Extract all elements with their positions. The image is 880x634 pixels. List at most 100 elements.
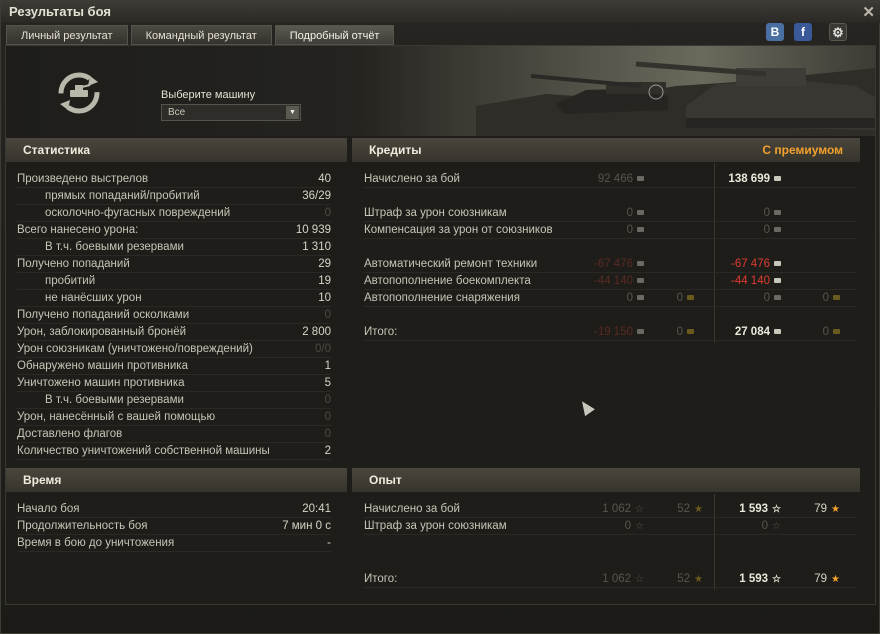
star-icon: ☆ (772, 504, 781, 515)
credits-premium-gold-value: 0 (823, 290, 840, 307)
stat-value: 0 (324, 207, 331, 219)
star-icon: ☆ (772, 521, 781, 532)
gold-icon (833, 329, 840, 335)
time-title: Время (23, 473, 62, 487)
premium-column-label: С премиумом (762, 143, 843, 157)
credits-premium-value: 0 (764, 205, 781, 222)
vehicle-select[interactable]: Все ▼ (161, 104, 301, 121)
tab-detailed-report[interactable]: Подробный отчёт (274, 25, 395, 45)
credits-base-value: 0 (627, 205, 644, 222)
experience-label: Итого: (364, 573, 398, 585)
star-icon: ☆ (635, 574, 644, 585)
credits-base-value: -44 140 (594, 273, 644, 290)
stat-value: 1 (324, 360, 331, 372)
stat-value: 2 (324, 445, 331, 457)
time-label: Начало боя (17, 503, 80, 515)
experience-base-value: 1 062 ☆ (602, 503, 644, 515)
free-experience-value: 52 ★ (677, 503, 703, 515)
credits-row: Штраф за урон союзникам 0 0 (364, 205, 856, 222)
vk-share-icon[interactable]: В (766, 23, 784, 41)
stat-value: 10 939 (295, 224, 331, 236)
stat-value: 0 (324, 394, 331, 406)
stat-label: Произведено выстрелов (17, 173, 149, 185)
experience-label: Штраф за урон союзникам (364, 520, 507, 532)
stat-label: не нанёсших урон (45, 292, 142, 304)
banner: Выберите машину Все ▼ (6, 46, 875, 136)
experience-premium-value: 1 593 ☆ (739, 503, 781, 515)
gold-icon (833, 295, 840, 301)
time-label: Время в бою до уничтожения (17, 537, 175, 549)
star-icon: ☆ (635, 504, 644, 515)
credits-header: Кредиты С премиумом (352, 138, 860, 162)
stat-value: 0 (324, 309, 331, 321)
credit-coin-icon (637, 176, 644, 182)
credit-coin-icon (774, 295, 781, 301)
experience-label: Начислено за бой (364, 503, 460, 515)
stat-label: Количество уничтожений собственной машин… (17, 445, 270, 457)
free-star-icon: ★ (694, 574, 703, 585)
tab-personal-result[interactable]: Личный результат (6, 25, 128, 45)
experience-base-value: 1 062 ☆ (602, 573, 644, 585)
stat-value: 19 (318, 275, 331, 287)
credit-coin-icon (774, 176, 781, 182)
stat-value: 10 (318, 292, 331, 304)
stat-value: 0 (324, 411, 331, 423)
credit-coin-icon (774, 227, 781, 233)
gold-icon (687, 329, 694, 335)
credits-row: Компенсация за урон от союзников 0 0 (364, 222, 856, 239)
stat-label: Доставлено флагов (17, 428, 123, 440)
credit-coin-icon (637, 295, 644, 301)
stat-label: Получено попаданий (17, 258, 130, 270)
credits-total-row: Итого: -19 150 0 27 084 0 (364, 324, 856, 341)
free-star-icon: ★ (694, 504, 703, 515)
battle-results-window: Результаты боя ✕ Личный результат Команд… (0, 0, 880, 634)
credits-base-value: 0 (627, 222, 644, 239)
chevron-down-icon[interactable]: ▼ (286, 106, 299, 119)
experience-total-row: Итого: 1 062 ☆ 52 ★ 1 593 ☆ 79 ★ (364, 571, 856, 588)
experience-premium-value: 0 ☆ (761, 520, 781, 532)
vehicle-select-label: Выберите машину (161, 89, 256, 101)
stat-value: 1 310 (302, 241, 331, 253)
facebook-share-icon[interactable]: f (794, 23, 812, 41)
stat-label: Уничтожено машин противника (17, 377, 185, 389)
stat-value: 29 (318, 258, 331, 270)
credits-base-value: 92 466 (598, 171, 644, 188)
experience-title: Опыт (369, 473, 402, 487)
time-label: Продолжительность боя (17, 520, 148, 532)
credits-row: Начислено за бой 92 466 138 699 (364, 171, 856, 188)
stat-label: Урон союзникам (уничтожено/повреждений) (17, 343, 253, 355)
statistics-title: Статистика (23, 143, 91, 157)
close-icon[interactable]: ✕ (862, 3, 875, 21)
stat-label: Всего нанесено урона: (17, 224, 139, 236)
stat-label: Урон, нанесённый с вашей помощью (17, 411, 216, 423)
credits-label: Итого: (364, 326, 398, 338)
credits-gold-value: 0 (677, 324, 694, 341)
time-value: - (327, 537, 331, 549)
credit-coin-icon (637, 329, 644, 335)
statistics-header: Статистика (6, 138, 347, 162)
swap-vehicles-icon[interactable] (54, 68, 104, 118)
window-title: Результаты боя (9, 4, 111, 19)
vehicle-select-value: Все (168, 107, 186, 118)
credits-row: Автоматический ремонт техники -67 476 -6… (364, 256, 856, 273)
free-experience-value: 52 ★ (677, 573, 703, 585)
stat-value: 0 (324, 428, 331, 440)
star-icon: ☆ (635, 521, 644, 532)
credits-base-value: -67 476 (594, 256, 644, 273)
credits-gold-value: 0 (677, 290, 694, 307)
stat-label: осколочно-фугасных повреждений (45, 207, 231, 219)
credits-label: Начислено за бой (364, 173, 460, 185)
stat-value: 40 (318, 173, 331, 185)
free-experience-premium-value: 79 ★ (814, 573, 840, 585)
credits-premium-value: -67 476 (731, 256, 781, 273)
credits-premium-value: 138 699 (728, 171, 781, 188)
time-value: 20:41 (302, 503, 331, 515)
gear-icon[interactable]: ⚙ (829, 23, 847, 41)
credit-coin-icon (637, 278, 644, 284)
credits-label: Компенсация за урон от союзников (364, 224, 553, 236)
credits-row: Автопополнение снаряжения 0 0 0 0 (364, 290, 856, 307)
credits-base-value: 0 (627, 290, 644, 307)
tab-team-result[interactable]: Командный результат (130, 25, 272, 45)
stat-value: 2 800 (302, 326, 331, 338)
experience-base-value: 0 ☆ (624, 520, 644, 532)
